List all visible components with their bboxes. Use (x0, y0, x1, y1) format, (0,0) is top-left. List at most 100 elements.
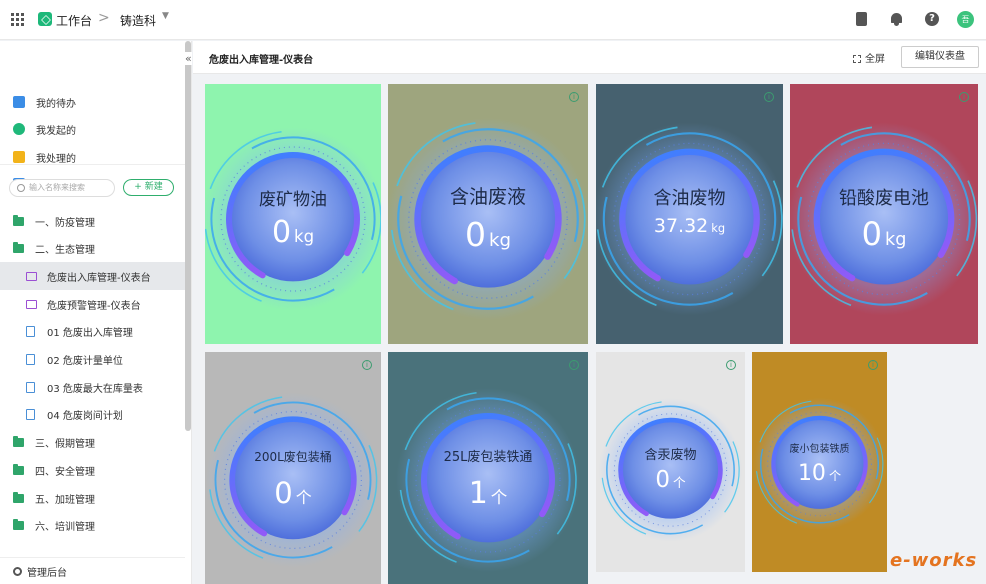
gauge-unit: kg (885, 229, 907, 250)
gauge-label: 铅酸废电池 (839, 187, 929, 209)
quick-item-0[interactable]: 我的待办 (13, 94, 76, 110)
gauge-card[interactable]: i 25L废包装铁通 1 个 (388, 352, 588, 584)
gauge-value: 0 kg (790, 215, 978, 253)
tree-item[interactable]: 04 危废岗间计划 (0, 401, 185, 429)
tree-item-label: 04 危废岗间计划 (47, 411, 123, 423)
gauge-value: 0个 (596, 467, 745, 493)
quick-item-label: 我处理的 (36, 153, 76, 165)
gauge-unit: kg (294, 227, 315, 246)
breadcrumb-chevron-icon: > (98, 10, 110, 26)
chevron-down-icon[interactable]: ▼ (162, 11, 169, 21)
bell-icon[interactable] (890, 12, 903, 26)
tree-item-label: 一、防疫管理 (35, 217, 95, 229)
folder-icon (13, 214, 24, 226)
gauge-unit: 个 (672, 474, 686, 490)
gauge-unit: 个 (828, 469, 842, 484)
tree-item[interactable]: 二、生态管理 (0, 235, 185, 263)
tree-item[interactable]: 五、加班管理 (0, 484, 185, 512)
gauge-card[interactable]: i 含油废液 0 kg (388, 84, 588, 344)
gauge-unit: 个 (295, 488, 312, 508)
admin-console-label: 管理后台 (27, 567, 67, 579)
gauge-number: 0 (271, 215, 292, 250)
avatar[interactable]: 吾 (957, 11, 974, 28)
gauge-value: 0 kg (388, 215, 588, 254)
gauge-label: 废小包装铁质 (789, 443, 850, 455)
help-icon[interactable]: ? (925, 12, 939, 26)
collapse-sidebar-icon[interactable]: « (185, 52, 192, 65)
tree-item-label: 03 危废最大在库量表 (47, 383, 143, 395)
gauge-value: 10 个 (752, 461, 887, 486)
gauge-card[interactable]: i 含油废物 37.32 kg (596, 84, 783, 344)
tree-item-label: 02 危废计量单位 (47, 356, 123, 367)
gauge-number: 0 (655, 466, 670, 493)
tree-item[interactable]: 六、培训管理 (0, 512, 185, 540)
fullscreen-label: 全屏 (865, 54, 885, 65)
tree-item[interactable]: 四、安全管理 (0, 456, 185, 484)
quick-item-2[interactable]: 我处理的 (13, 149, 76, 165)
book-icon[interactable] (856, 12, 867, 26)
folder-icon (13, 242, 24, 254)
gauge-label: 含油废物 (653, 187, 726, 209)
tree-item-label: 六、培训管理 (35, 522, 95, 534)
watermark-logo: e-works (890, 550, 978, 571)
sidebar-scrollbar[interactable] (185, 41, 191, 431)
gauge-number: 1 (468, 476, 488, 511)
gauge-unit: kg (488, 229, 512, 251)
gauge-label: 含汞废物 (644, 447, 697, 463)
app-grid-icon[interactable] (11, 13, 24, 26)
gauge-card[interactable]: i 200L废包装桶 0 个 (205, 352, 381, 584)
gauge-dial (396, 388, 580, 572)
gauge-number: 0 (274, 476, 293, 511)
workspace-link[interactable]: 工作台 (56, 12, 92, 29)
top-bar: 工作台 > 铸造科 ▼ ? 吾 (0, 0, 986, 40)
gauge-number: 37.32 (653, 214, 709, 237)
gauge-unit: 个 (490, 488, 508, 507)
tree-item-label: 01 危废出入库管理 (47, 328, 133, 340)
tree-item[interactable]: 01 危废出入库管理 (0, 318, 185, 346)
tree-item[interactable]: 三、假期管理 (0, 429, 185, 457)
quick-item-label: 我发起的 (36, 125, 76, 137)
tree-item-label: 五、加班管理 (35, 494, 95, 506)
folder-icon (13, 491, 24, 503)
dashboard-icon (26, 271, 37, 281)
gauge-number: 10 (797, 461, 826, 487)
tree-item[interactable]: 02 危废计量单位 (0, 346, 185, 374)
edit-dashboard-button[interactable]: 编辑仪表盘 (901, 46, 979, 68)
gauge-card[interactable]: 废矿物油 0 kg (205, 84, 381, 344)
gauge-label: 200L废包装桶 (254, 450, 332, 465)
gauge-unit: kg (711, 220, 726, 235)
document-icon (26, 326, 35, 338)
search-input[interactable]: 输入名称来搜索 (9, 179, 115, 197)
folder-icon (13, 436, 24, 448)
gauge-number: 0 (464, 214, 486, 254)
gauge-value: 0 kg (205, 215, 381, 250)
gauge-value: 1个 (388, 476, 588, 511)
dashboard-icon (26, 299, 37, 309)
tree-item-label: 二、生态管理 (35, 245, 95, 257)
page-title: 危废出入库管理-仪表台 (209, 55, 314, 66)
gauge-card[interactable]: i 废小包装铁质 10 个 (752, 352, 887, 572)
gauge-value: 37.32 kg (596, 215, 783, 237)
tree-item[interactable]: 危废预警管理-仪表台 (0, 290, 185, 318)
gauge-label: 25L废包装铁通 (443, 450, 533, 466)
new-button[interactable]: + 新建 (123, 179, 174, 196)
fullscreen-icon (853, 55, 861, 63)
workspace-logo-icon (38, 12, 52, 26)
gauge-card[interactable]: i 含汞废物 0 个 (596, 352, 745, 572)
folder-icon (13, 463, 24, 475)
gauge-dial (205, 127, 381, 311)
document-icon (26, 381, 35, 393)
admin-console-link[interactable]: 管理后台 (0, 557, 185, 584)
document-icon (26, 409, 35, 421)
dashboard-header: 危废出入库管理-仪表台 全屏 编辑仪表盘 (193, 41, 986, 74)
sidebar: 我的待办我发起的我处理的抄送我的 输入名称来搜索 + 新建 一、防疫管理二、生态… (0, 41, 192, 584)
tree-item[interactable]: 危废出入库管理-仪表台 (0, 262, 185, 291)
tree-item[interactable]: 一、防疫管理 (0, 207, 185, 235)
tree-item[interactable]: 03 危废最大在库量表 (0, 373, 185, 401)
gauge-dial (205, 392, 381, 568)
fullscreen-button[interactable]: 全屏 (853, 50, 885, 65)
gauge-card[interactable]: i 铅酸废电池 0 kg (790, 84, 978, 344)
document-icon (26, 354, 35, 365)
breadcrumb-current[interactable]: 铸造科 (120, 12, 156, 29)
quick-item-1[interactable]: 我发起的 (13, 121, 76, 137)
